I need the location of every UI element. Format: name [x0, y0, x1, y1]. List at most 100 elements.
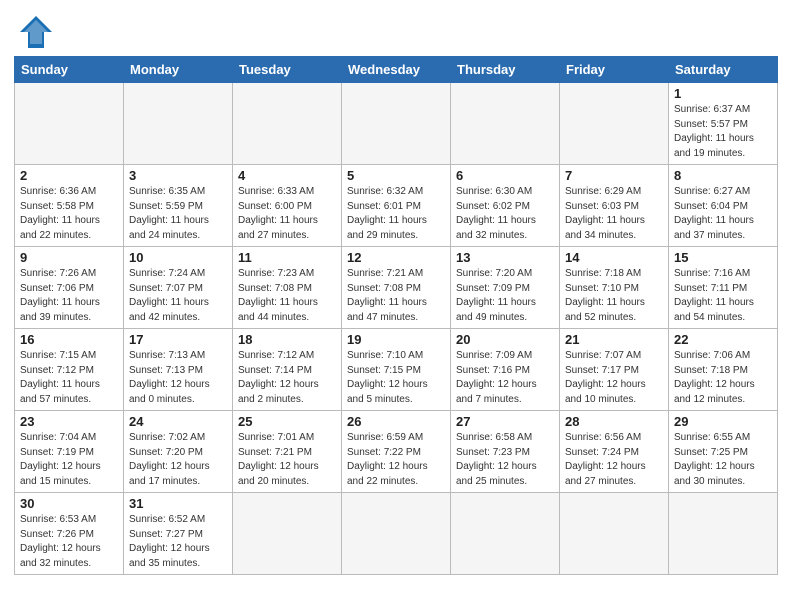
- day-cell: [342, 493, 451, 575]
- day-info: Sunrise: 6:27 AM Sunset: 6:04 PM Dayligh…: [674, 185, 772, 243]
- day-number: 21: [565, 332, 663, 347]
- day-info: Sunrise: 6:37 AM Sunset: 5:57 PM Dayligh…: [674, 103, 772, 161]
- day-cell: [15, 83, 124, 165]
- day-number: 2: [20, 168, 118, 183]
- day-number: 24: [129, 414, 227, 429]
- week-row-2: 2 Sunrise: 6:36 AM Sunset: 5:58 PM Daylig…: [15, 165, 778, 247]
- day-number: 15: [674, 250, 772, 265]
- day-cell: [451, 493, 560, 575]
- day-cell: 11 Sunrise: 7:23 AM Sunset: 7:08 PM Dayli…: [233, 247, 342, 329]
- day-cell: 13 Sunrise: 7:20 AM Sunset: 7:09 PM Dayli…: [451, 247, 560, 329]
- day-info: Sunrise: 6:35 AM Sunset: 5:59 PM Dayligh…: [129, 185, 227, 243]
- header: [14, 10, 778, 50]
- day-cell: 7 Sunrise: 6:29 AM Sunset: 6:03 PM Daylig…: [560, 165, 669, 247]
- day-info: Sunrise: 6:32 AM Sunset: 6:01 PM Dayligh…: [347, 185, 445, 243]
- day-cell: 27 Sunrise: 6:58 AM Sunset: 7:23 PM Dayli…: [451, 411, 560, 493]
- day-info: Sunrise: 7:26 AM Sunset: 7:06 PM Dayligh…: [20, 267, 118, 325]
- day-cell: [669, 493, 778, 575]
- day-number: 31: [129, 496, 227, 511]
- day-number: 20: [456, 332, 554, 347]
- day-cell: [233, 493, 342, 575]
- weekday-header-tuesday: Tuesday: [233, 57, 342, 83]
- day-info: Sunrise: 6:59 AM Sunset: 7:22 PM Dayligh…: [347, 431, 445, 489]
- day-info: Sunrise: 7:20 AM Sunset: 7:09 PM Dayligh…: [456, 267, 554, 325]
- day-number: 17: [129, 332, 227, 347]
- day-cell: 6Sunrise: 6:30 AM Sunset: 6:02 PM Daylig…: [451, 165, 560, 247]
- day-info: Sunrise: 7:04 AM Sunset: 7:19 PM Dayligh…: [20, 431, 118, 489]
- day-number: 1: [674, 86, 772, 101]
- day-info: Sunrise: 7:10 AM Sunset: 7:15 PM Dayligh…: [347, 349, 445, 407]
- day-info: Sunrise: 6:52 AM Sunset: 7:27 PM Dayligh…: [129, 513, 227, 571]
- day-number: 5: [347, 168, 445, 183]
- day-number: 16: [20, 332, 118, 347]
- day-number: 8: [674, 168, 772, 183]
- day-cell: 25Sunrise: 7:01 AM Sunset: 7:21 PM Dayli…: [233, 411, 342, 493]
- day-info: Sunrise: 7:23 AM Sunset: 7:08 PM Dayligh…: [238, 267, 336, 325]
- day-cell: 19 Sunrise: 7:10 AM Sunset: 7:15 PM Dayli…: [342, 329, 451, 411]
- day-number: 29: [674, 414, 772, 429]
- week-row-5: 23 Sunrise: 7:04 AM Sunset: 7:19 PM Dayli…: [15, 411, 778, 493]
- day-cell: 4 Sunrise: 6:33 AM Sunset: 6:00 PM Daylig…: [233, 165, 342, 247]
- day-number: 3: [129, 168, 227, 183]
- day-cell: 12 Sunrise: 7:21 AM Sunset: 7:08 PM Dayli…: [342, 247, 451, 329]
- day-cell: 9Sunrise: 7:26 AM Sunset: 7:06 PM Daylig…: [15, 247, 124, 329]
- day-info: Sunrise: 7:24 AM Sunset: 7:07 PM Dayligh…: [129, 267, 227, 325]
- day-cell: 29Sunrise: 6:55 AM Sunset: 7:25 PM Dayli…: [669, 411, 778, 493]
- calendar-table: SundayMondayTuesdayWednesdayThursdayFrid…: [14, 56, 778, 575]
- day-info: Sunrise: 7:02 AM Sunset: 7:20 PM Dayligh…: [129, 431, 227, 489]
- day-cell: [560, 83, 669, 165]
- day-info: Sunrise: 7:12 AM Sunset: 7:14 PM Dayligh…: [238, 349, 336, 407]
- weekday-header-thursday: Thursday: [451, 57, 560, 83]
- day-number: 11: [238, 250, 336, 265]
- day-info: Sunrise: 6:36 AM Sunset: 5:58 PM Dayligh…: [20, 185, 118, 243]
- logo: [14, 14, 54, 50]
- day-cell: 8 Sunrise: 6:27 AM Sunset: 6:04 PM Daylig…: [669, 165, 778, 247]
- day-number: 6: [456, 168, 554, 183]
- day-info: Sunrise: 7:21 AM Sunset: 7:08 PM Dayligh…: [347, 267, 445, 325]
- day-cell: 23 Sunrise: 7:04 AM Sunset: 7:19 PM Dayli…: [15, 411, 124, 493]
- week-row-1: 1 Sunrise: 6:37 AM Sunset: 5:57 PM Daylig…: [15, 83, 778, 165]
- day-number: 4: [238, 168, 336, 183]
- day-info: Sunrise: 7:01 AM Sunset: 7:21 PM Dayligh…: [238, 431, 336, 489]
- day-number: 27: [456, 414, 554, 429]
- weekday-header-friday: Friday: [560, 57, 669, 83]
- day-cell: 1 Sunrise: 6:37 AM Sunset: 5:57 PM Daylig…: [669, 83, 778, 165]
- calendar-page: SundayMondayTuesdayWednesdayThursdayFrid…: [0, 0, 792, 585]
- day-number: 13: [456, 250, 554, 265]
- day-cell: 2 Sunrise: 6:36 AM Sunset: 5:58 PM Daylig…: [15, 165, 124, 247]
- day-info: Sunrise: 6:29 AM Sunset: 6:03 PM Dayligh…: [565, 185, 663, 243]
- day-cell: 10 Sunrise: 7:24 AM Sunset: 7:07 PM Dayli…: [124, 247, 233, 329]
- day-cell: 14 Sunrise: 7:18 AM Sunset: 7:10 PM Dayli…: [560, 247, 669, 329]
- day-info: Sunrise: 7:16 AM Sunset: 7:11 PM Dayligh…: [674, 267, 772, 325]
- day-number: 10: [129, 250, 227, 265]
- day-cell: [342, 83, 451, 165]
- day-cell: [233, 83, 342, 165]
- day-info: Sunrise: 7:09 AM Sunset: 7:16 PM Dayligh…: [456, 349, 554, 407]
- day-cell: 21Sunrise: 7:07 AM Sunset: 7:17 PM Dayli…: [560, 329, 669, 411]
- day-cell: 24 Sunrise: 7:02 AM Sunset: 7:20 PM Dayli…: [124, 411, 233, 493]
- week-row-6: 30 Sunrise: 6:53 AM Sunset: 7:26 PM Dayli…: [15, 493, 778, 575]
- day-number: 19: [347, 332, 445, 347]
- day-cell: 28 Sunrise: 6:56 AM Sunset: 7:24 PM Dayli…: [560, 411, 669, 493]
- day-number: 7: [565, 168, 663, 183]
- week-row-3: 9Sunrise: 7:26 AM Sunset: 7:06 PM Daylig…: [15, 247, 778, 329]
- day-number: 28: [565, 414, 663, 429]
- weekday-header-sunday: Sunday: [15, 57, 124, 83]
- day-cell: 22Sunrise: 7:06 AM Sunset: 7:18 PM Dayli…: [669, 329, 778, 411]
- day-info: Sunrise: 6:33 AM Sunset: 6:00 PM Dayligh…: [238, 185, 336, 243]
- day-number: 12: [347, 250, 445, 265]
- day-info: Sunrise: 6:58 AM Sunset: 7:23 PM Dayligh…: [456, 431, 554, 489]
- day-info: Sunrise: 6:53 AM Sunset: 7:26 PM Dayligh…: [20, 513, 118, 571]
- day-number: 14: [565, 250, 663, 265]
- week-row-4: 16Sunrise: 7:15 AM Sunset: 7:12 PM Dayli…: [15, 329, 778, 411]
- day-info: Sunrise: 6:56 AM Sunset: 7:24 PM Dayligh…: [565, 431, 663, 489]
- weekday-header-row: SundayMondayTuesdayWednesdayThursdayFrid…: [15, 57, 778, 83]
- day-info: Sunrise: 7:18 AM Sunset: 7:10 PM Dayligh…: [565, 267, 663, 325]
- day-cell: 17Sunrise: 7:13 AM Sunset: 7:13 PM Dayli…: [124, 329, 233, 411]
- day-number: 26: [347, 414, 445, 429]
- day-cell: 30 Sunrise: 6:53 AM Sunset: 7:26 PM Dayli…: [15, 493, 124, 575]
- day-cell: 3 Sunrise: 6:35 AM Sunset: 5:59 PM Daylig…: [124, 165, 233, 247]
- day-cell: 20 Sunrise: 7:09 AM Sunset: 7:16 PM Dayli…: [451, 329, 560, 411]
- day-number: 30: [20, 496, 118, 511]
- day-number: 23: [20, 414, 118, 429]
